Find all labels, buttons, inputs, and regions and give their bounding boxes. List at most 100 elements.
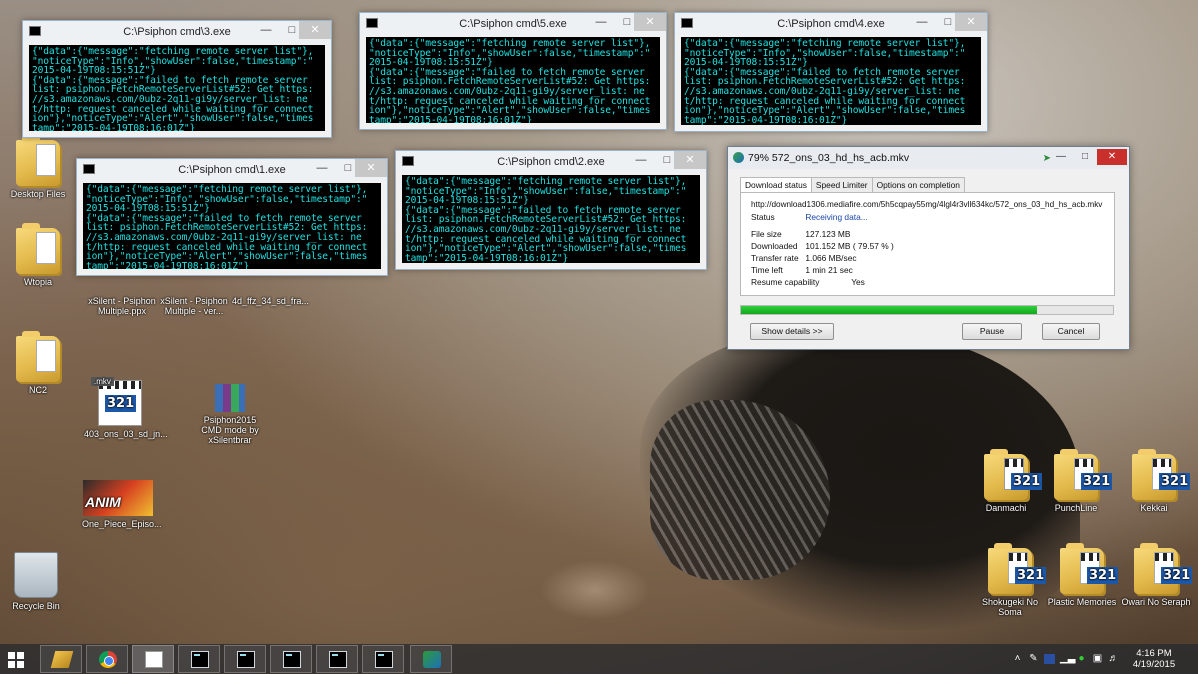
window-titlebar[interactable]: C:\Psiphon cmd\1.exe — □ ✕	[77, 159, 387, 181]
minimize-button[interactable]: —	[253, 21, 279, 39]
desktop-icon-wtopia[interactable]: Wtopia	[2, 223, 74, 287]
console-window-3[interactable]: C:\Psiphon cmd\3.exe — □ ✕ {"data":{"mes…	[22, 20, 332, 138]
chevron-up-icon[interactable]: ˄	[1012, 654, 1023, 664]
close-button[interactable]: ✕	[299, 21, 331, 39]
desktop-icon-xsilent-2[interactable]: xSilent - Psiphon Multiple - ver...	[158, 296, 230, 316]
desktop-icon-shokugeki[interactable]: Shokugeki No Soma	[974, 543, 1047, 617]
console-line: tamp":"2015-04-19T08:16:01Z"}	[684, 114, 848, 125]
file-size-row: File size 127.123 MB	[751, 229, 851, 239]
desktop-icon-file-4[interactable]: 4d_ffz_34_sd_fra...	[232, 296, 309, 306]
media-player-classic-icon: .mkv	[91, 377, 142, 426]
desktop-icon-psiphon-cmd[interactable]: Psiphon2015 CMD mode by xSilentbrar	[194, 384, 266, 445]
show-details-button[interactable]: Show details >>	[750, 323, 834, 340]
taskbar-cmd-1[interactable]	[178, 645, 220, 673]
minimize-button[interactable]: —	[588, 13, 614, 31]
app-tray-icon[interactable]	[1044, 654, 1055, 664]
console-window-2[interactable]: C:\Psiphon cmd\2.exe — □ ✕ {"data":{"mes…	[395, 150, 707, 270]
cmd-icon	[329, 651, 347, 668]
console-output[interactable]: {"data":{"message":"fetching remote serv…	[83, 183, 381, 269]
close-button[interactable]: ✕	[955, 13, 987, 31]
folder-icon	[984, 449, 1043, 500]
console-line: tamp":"2015-04-19T08:16:01Z"}	[369, 114, 533, 123]
console-window-4[interactable]: C:\Psiphon cmd\4.exe — □ ✕ {"data":{"mes…	[674, 12, 988, 132]
taskbar-cmd-3[interactable]	[270, 645, 312, 673]
minimize-button[interactable]: —	[909, 13, 935, 31]
media-player-icon	[50, 651, 74, 668]
clock[interactable]: 4:16 PM 4/19/2015	[1124, 648, 1184, 670]
minimize-button[interactable]: —	[628, 151, 654, 169]
download-manager-icon	[423, 651, 441, 668]
window-titlebar[interactable]: C:\Psiphon cmd\3.exe — □ ✕	[23, 21, 331, 43]
cmd-icon	[283, 651, 301, 668]
close-button[interactable]: ✕	[634, 13, 666, 31]
window-titlebar[interactable]: 79% 572_ons_03_hd_hs_acb.mkv ➤ — □ ✕	[728, 147, 1129, 169]
console-output[interactable]: {"data":{"message":"fetching remote serv…	[402, 175, 700, 263]
desktop-icon-recycle-bin[interactable]: Recycle Bin	[0, 552, 72, 611]
pen-icon[interactable]: ✎	[1028, 654, 1039, 664]
close-button[interactable]: ✕	[355, 159, 387, 177]
folder-icon	[16, 331, 60, 382]
taskbar-cmd-5[interactable]	[362, 645, 404, 673]
taskbar-mpc[interactable]	[132, 645, 174, 673]
winrar-archive-icon	[215, 384, 245, 412]
pause-button[interactable]: Pause	[962, 323, 1022, 340]
minimize-button[interactable]: —	[1049, 149, 1073, 165]
folder-icon	[1132, 449, 1191, 500]
cmd-icon	[402, 156, 414, 166]
tab-speed-limiter[interactable]: Speed Limiter	[810, 177, 873, 192]
cmd-icon	[366, 18, 378, 28]
transfer-rate-row: Transfer rate 1.066 MB/sec	[751, 253, 857, 263]
console-window-1[interactable]: C:\Psiphon cmd\1.exe — □ ✕ {"data":{"mes…	[76, 158, 388, 276]
close-button[interactable]: ✕	[674, 151, 706, 169]
console-line: tamp":"2015-04-19T08:16:01Z"}	[86, 260, 250, 269]
desktop-icon-punchline[interactable]: PunchLine	[1040, 449, 1113, 513]
taskbar-download-manager[interactable]	[410, 645, 452, 673]
maximize-button[interactable]: □	[1073, 149, 1097, 165]
console-output[interactable]: {"data":{"message":"fetching remote serv…	[29, 45, 325, 131]
window-titlebar[interactable]: C:\Psiphon cmd\5.exe — □ ✕	[360, 13, 666, 35]
desktop-icon-desktop-files[interactable]: Desktop Files	[2, 135, 74, 199]
desktop-icon-mkv-file[interactable]: .mkv 403_ons_03_sd_jn...	[84, 377, 168, 439]
desktop-icon-one-piece[interactable]: One_Piece_Episo...	[82, 480, 162, 529]
console-output[interactable]: {"data":{"message":"fetching remote serv…	[681, 37, 981, 125]
chrome-icon	[99, 651, 117, 668]
media-player-classic-icon	[145, 651, 163, 668]
clock-time: 4:16 PM	[1136, 648, 1172, 659]
download-url: http://download1306.mediafire.com/5h5cqp…	[751, 200, 1103, 209]
console-line: tamp":"2015-04-19T08:16:01Z"}	[32, 122, 196, 131]
desktop-icon-plastic-memories[interactable]: Plastic Memories	[1046, 543, 1119, 607]
desktop-icon-nc2[interactable]: NC2	[2, 331, 74, 395]
minimize-button[interactable]: —	[309, 159, 335, 177]
cmd-icon	[375, 651, 393, 668]
network-icon[interactable]: ▣	[1092, 654, 1103, 664]
desktop-icon-xsilent-1[interactable]: xSilent - Psiphon Multiple.ppx	[86, 296, 158, 316]
cmd-icon	[237, 651, 255, 668]
system-tray: ˄ ✎ ▁▃ ● ▣ ♬ 4:16 PM 4/19/2015	[1008, 644, 1198, 674]
taskbar-cmd-2[interactable]	[224, 645, 266, 673]
signal-icon[interactable]: ▁▃	[1060, 654, 1075, 664]
console-window-5[interactable]: C:\Psiphon cmd\5.exe — □ ✕ {"data":{"mes…	[359, 12, 667, 130]
window-titlebar[interactable]: C:\Psiphon cmd\4.exe — □ ✕	[675, 13, 987, 35]
desktop-icon-owari[interactable]: Owari No Seraph	[1120, 543, 1193, 607]
start-button[interactable]	[8, 652, 24, 668]
clock-date: 4/19/2015	[1132, 659, 1176, 670]
resume-capability-row: Resume capability Yes	[751, 277, 865, 287]
volume-icon[interactable]: ♬	[1108, 654, 1119, 664]
tab-options-on-completion[interactable]: Options on completion	[871, 177, 965, 192]
folder-icon	[16, 223, 60, 274]
download-manager-tray-icon[interactable]: ●	[1076, 654, 1087, 664]
taskbar-media-player[interactable]	[40, 645, 82, 673]
console-line: tamp":"2015-04-19T08:16:01Z"}	[405, 252, 569, 263]
console-output[interactable]: {"data":{"message":"fetching remote serv…	[366, 37, 660, 123]
close-button[interactable]: ✕	[1097, 149, 1127, 165]
download-progress-dialog[interactable]: 79% 572_ons_03_hd_hs_acb.mkv ➤ — □ ✕ Dow…	[727, 146, 1130, 350]
tab-download-status[interactable]: Download status	[740, 177, 812, 193]
cancel-button[interactable]: Cancel	[1042, 323, 1100, 340]
download-status-panel: http://download1306.mediafire.com/5h5cqp…	[740, 192, 1115, 296]
window-titlebar[interactable]: C:\Psiphon cmd\2.exe — □ ✕	[396, 151, 706, 173]
progress-fill	[741, 306, 1037, 314]
taskbar-cmd-4[interactable]	[316, 645, 358, 673]
taskbar-chrome[interactable]	[86, 645, 128, 673]
desktop-icon-kekkai[interactable]: Kekkai	[1118, 449, 1191, 513]
desktop-icon-danmachi[interactable]: Danmachi	[970, 449, 1043, 513]
